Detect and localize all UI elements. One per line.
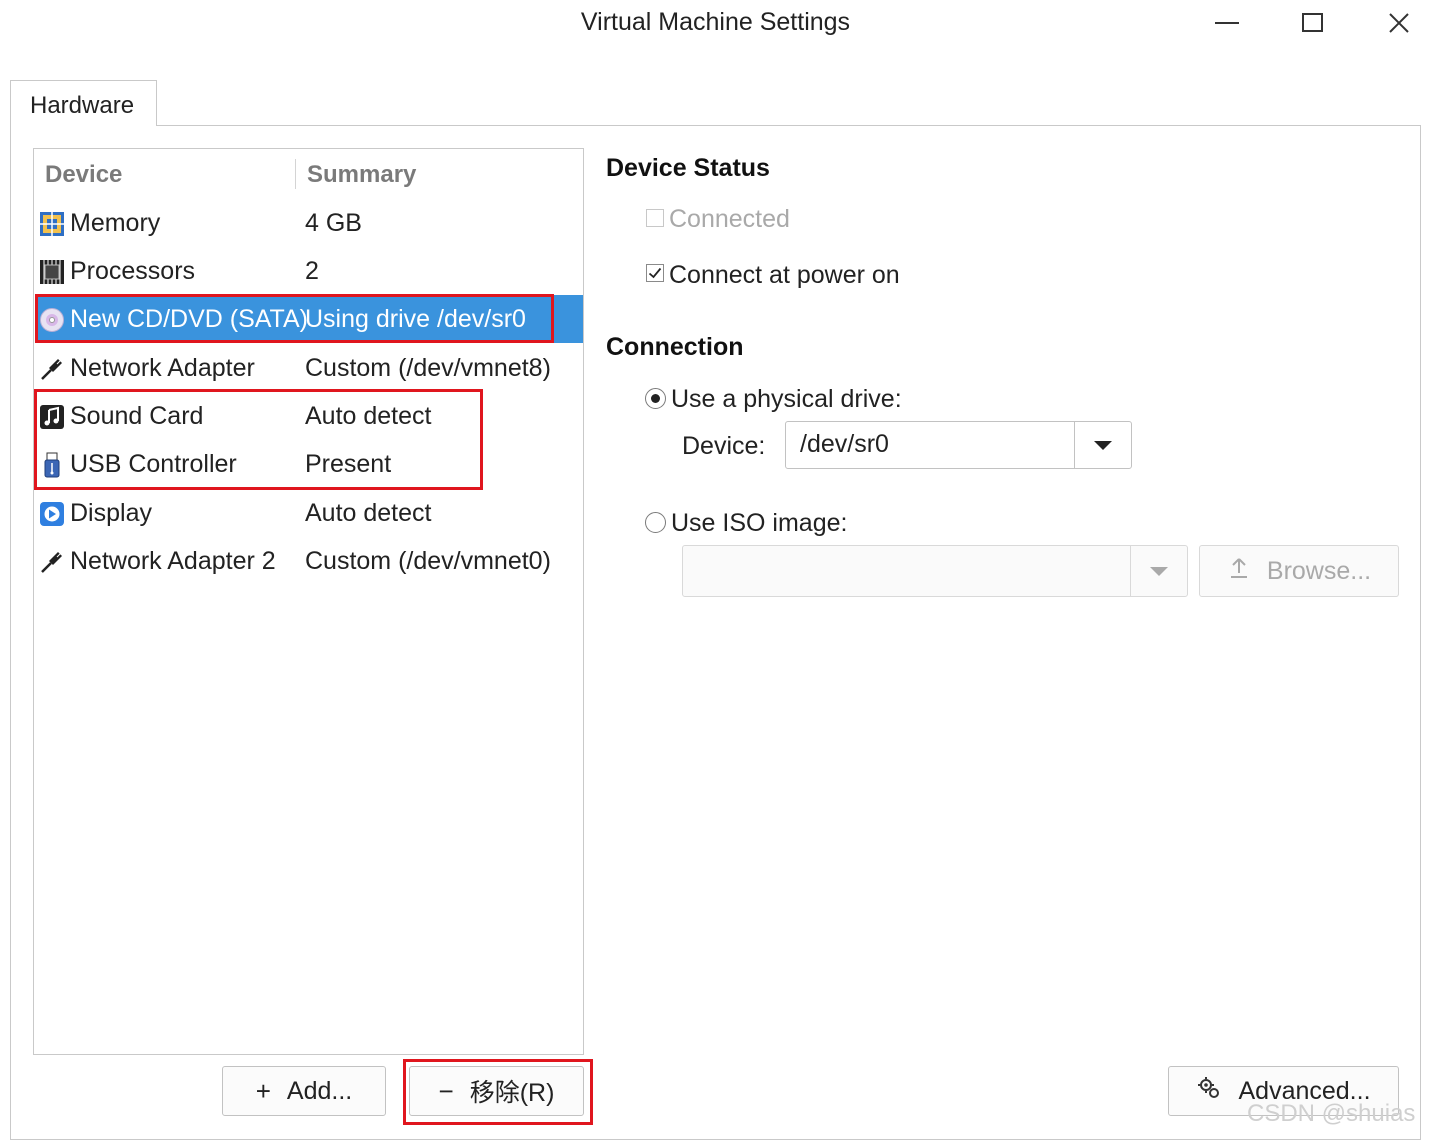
- title-bar: Virtual Machine Settings: [0, 0, 1431, 48]
- minus-icon: −: [438, 1075, 454, 1106]
- gear-icon: [1196, 1075, 1222, 1108]
- add-button-label: Add...: [286, 1076, 353, 1105]
- memory-icon: [39, 211, 65, 237]
- device-name: Processors: [70, 257, 196, 285]
- chevron-down-icon[interactable]: [1074, 422, 1131, 468]
- device-row-processors[interactable]: Processors 2: [35, 247, 583, 295]
- connect-at-power-on-checkbox[interactable]: [646, 264, 664, 282]
- tab-hardware[interactable]: Hardware: [10, 80, 157, 126]
- display-icon: [39, 501, 65, 527]
- network-adapter-icon: [39, 549, 65, 575]
- device-row-network-adapter[interactable]: Network Adapter Custom (/dev/vmnet8): [35, 344, 583, 392]
- upload-icon: [1227, 556, 1251, 587]
- network-adapter-icon: [39, 356, 65, 382]
- browse-button[interactable]: Browse...: [1199, 545, 1399, 597]
- device-summary: Custom (/dev/vmnet0): [305, 547, 551, 575]
- browse-button-label: Browse...: [1266, 556, 1372, 585]
- chevron-down-icon[interactable]: [1130, 546, 1187, 596]
- column-header-summary[interactable]: Summary: [307, 161, 416, 189]
- device-summary: 4 GB: [305, 209, 362, 237]
- processor-icon: [39, 259, 65, 285]
- device-select-value: /dev/sr0: [800, 430, 889, 458]
- device-row-network-adapter-2[interactable]: Network Adapter 2 Custom (/dev/vmnet0): [35, 537, 583, 585]
- device-status-heading: Device Status: [606, 154, 770, 182]
- close-icon[interactable]: [1376, 4, 1422, 42]
- iso-path-combo[interactable]: [682, 545, 1188, 597]
- watermark: CSDN @shuias: [1247, 1100, 1416, 1127]
- use-iso-image-radio[interactable]: [645, 512, 666, 533]
- use-physical-drive-radio[interactable]: [645, 388, 666, 409]
- maximize-icon[interactable]: [1290, 4, 1336, 42]
- add-button[interactable]: + Add...: [222, 1066, 386, 1116]
- remove-button-label: 移除(R): [469, 1079, 555, 1107]
- device-select[interactable]: /dev/sr0: [785, 421, 1132, 469]
- device-summary: 2: [305, 257, 319, 285]
- use-physical-drive-label: Use a physical drive:: [671, 385, 902, 413]
- device-list[interactable]: Device Summary Memory 4 GB Processors 2 …: [33, 148, 584, 1055]
- device-summary: Auto detect: [305, 499, 432, 527]
- device-row-memory[interactable]: Memory 4 GB: [35, 199, 583, 247]
- connection-heading: Connection: [606, 333, 744, 361]
- connected-label: Connected: [669, 205, 790, 233]
- column-separator[interactable]: [295, 159, 296, 189]
- minimize-icon[interactable]: [1204, 4, 1250, 42]
- connected-checkbox[interactable]: [646, 209, 664, 227]
- use-iso-image-label: Use ISO image:: [671, 509, 848, 537]
- plus-icon: +: [255, 1075, 271, 1106]
- annotation-box-sound-usb: [34, 389, 483, 490]
- device-name: Display: [70, 499, 152, 527]
- remove-button[interactable]: − 移除(R): [409, 1066, 584, 1116]
- device-label: Device:: [682, 432, 766, 460]
- device-name: Network Adapter 2: [70, 547, 276, 575]
- annotation-box-cd-dvd: [35, 294, 554, 343]
- device-name: Network Adapter: [70, 354, 255, 382]
- device-row-display[interactable]: Display Auto detect: [35, 489, 583, 537]
- device-name: Memory: [70, 209, 161, 237]
- device-summary: Custom (/dev/vmnet8): [305, 354, 551, 382]
- column-header-device[interactable]: Device: [45, 161, 122, 189]
- connect-at-power-on-label: Connect at power on: [669, 261, 900, 289]
